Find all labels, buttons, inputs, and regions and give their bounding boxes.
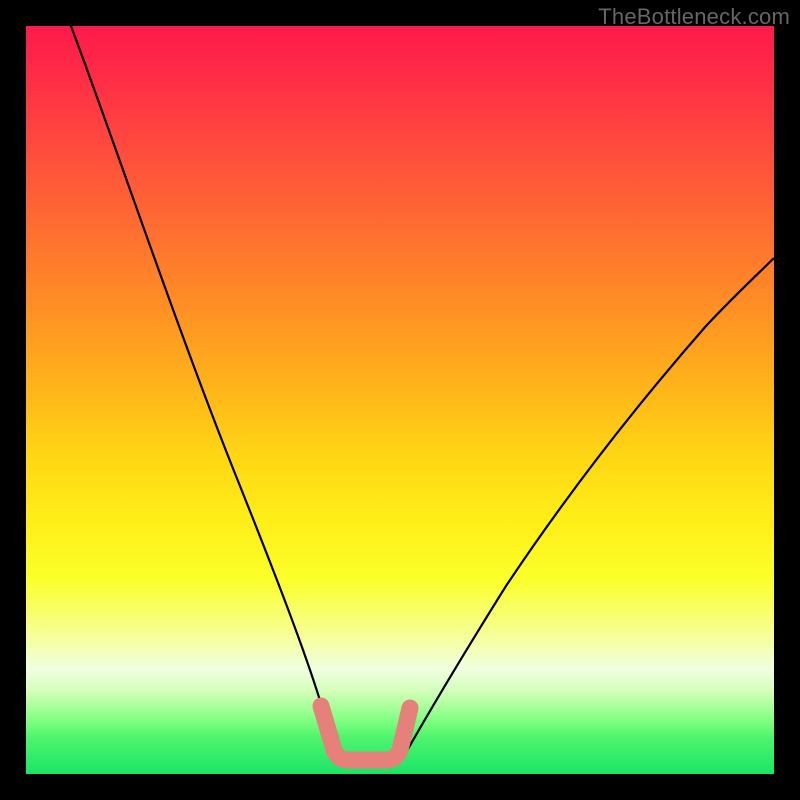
bottom-segment [321, 706, 410, 760]
chart-svg [26, 26, 774, 774]
right-curve [404, 258, 774, 756]
watermark-text: TheBottleneck.com [598, 4, 790, 30]
plot-area [26, 26, 774, 774]
outer-frame: TheBottleneck.com [0, 0, 800, 800]
left-curve [71, 26, 338, 756]
